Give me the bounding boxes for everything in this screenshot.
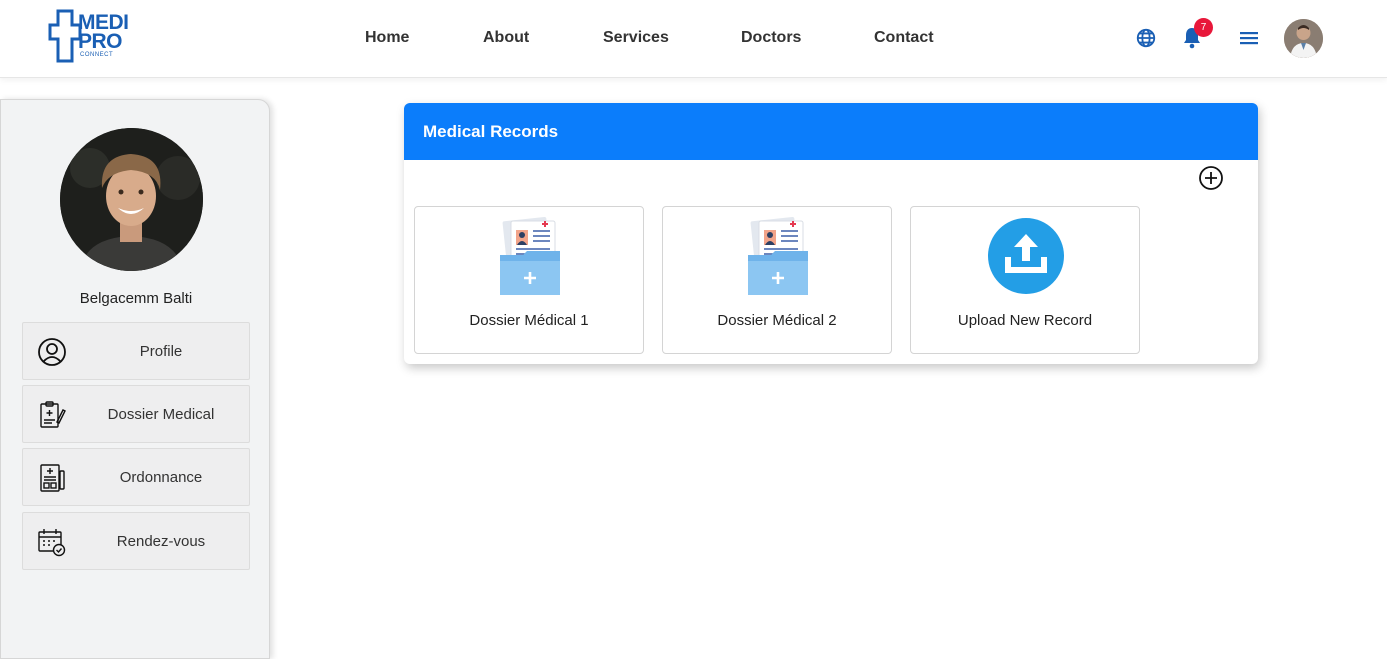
globe-icon[interactable] bbox=[1134, 26, 1158, 50]
panel-title: Medical Records bbox=[423, 122, 559, 141]
medical-cross-icon bbox=[48, 9, 82, 63]
logo-wordmark: MEDI PRO bbox=[78, 11, 129, 53]
sidebar-item-dossier-medical[interactable]: Dossier Medical bbox=[22, 385, 250, 443]
record-label: Upload New Record bbox=[957, 312, 1093, 329]
user-name: Belgacemm Balti bbox=[79, 290, 193, 307]
nav-services[interactable]: Services bbox=[603, 29, 669, 47]
clipboard-pen-icon bbox=[37, 400, 67, 430]
doctor-avatar[interactable] bbox=[1284, 19, 1323, 58]
nav-home[interactable]: Home bbox=[365, 29, 409, 47]
prescription-icon bbox=[37, 463, 67, 493]
record-label: Dossier Médical 1 bbox=[469, 312, 589, 329]
sidebar-item-label: Dossier Medical bbox=[107, 405, 215, 423]
nav-doctors[interactable]: Doctors bbox=[741, 29, 801, 47]
panel-header: Medical Records bbox=[404, 103, 1258, 160]
logo-subtitle: CONNECT bbox=[80, 52, 114, 58]
user-circle-icon bbox=[37, 337, 67, 367]
medical-folder-icon bbox=[743, 215, 815, 297]
menu-icon[interactable] bbox=[1237, 26, 1261, 50]
sidebar-item-label: Profile bbox=[139, 342, 183, 360]
record-card-dossier-1[interactable]: Dossier Médical 1 bbox=[414, 206, 644, 354]
sidebar-item-ordonnance[interactable]: Ordonnance bbox=[22, 448, 250, 506]
record-card-upload[interactable]: Upload New Record bbox=[910, 206, 1140, 354]
calendar-check-icon bbox=[37, 527, 67, 557]
sidebar: Belgacemm Balti Profile Dossier Medical bbox=[0, 99, 270, 659]
sidebar-item-profile[interactable]: Profile bbox=[22, 322, 250, 380]
nav-about[interactable]: About bbox=[483, 29, 529, 47]
sidebar-item-rendez-vous[interactable]: Rendez-vous bbox=[22, 512, 250, 570]
nav-contact[interactable]: Contact bbox=[874, 29, 934, 47]
record-card-dossier-2[interactable]: Dossier Médical 2 bbox=[662, 206, 892, 354]
sidebar-item-label: Rendez-vous bbox=[116, 532, 206, 550]
medipro-logo[interactable]: MEDI PRO CONNECT bbox=[48, 9, 148, 63]
user-profile-photo bbox=[60, 128, 203, 271]
top-header: MEDI PRO CONNECT Home About Services Doc… bbox=[0, 0, 1387, 78]
notification-badge: 7 bbox=[1194, 18, 1213, 37]
medical-folder-icon bbox=[495, 215, 567, 297]
plus-circle-icon[interactable] bbox=[1198, 165, 1224, 191]
medical-records-panel: Medical Records Dossier Médical 1 Dossie… bbox=[404, 103, 1258, 364]
sidebar-item-label: Ordonnance bbox=[119, 468, 203, 486]
upload-icon bbox=[987, 217, 1065, 295]
record-label: Dossier Médical 2 bbox=[717, 312, 837, 329]
